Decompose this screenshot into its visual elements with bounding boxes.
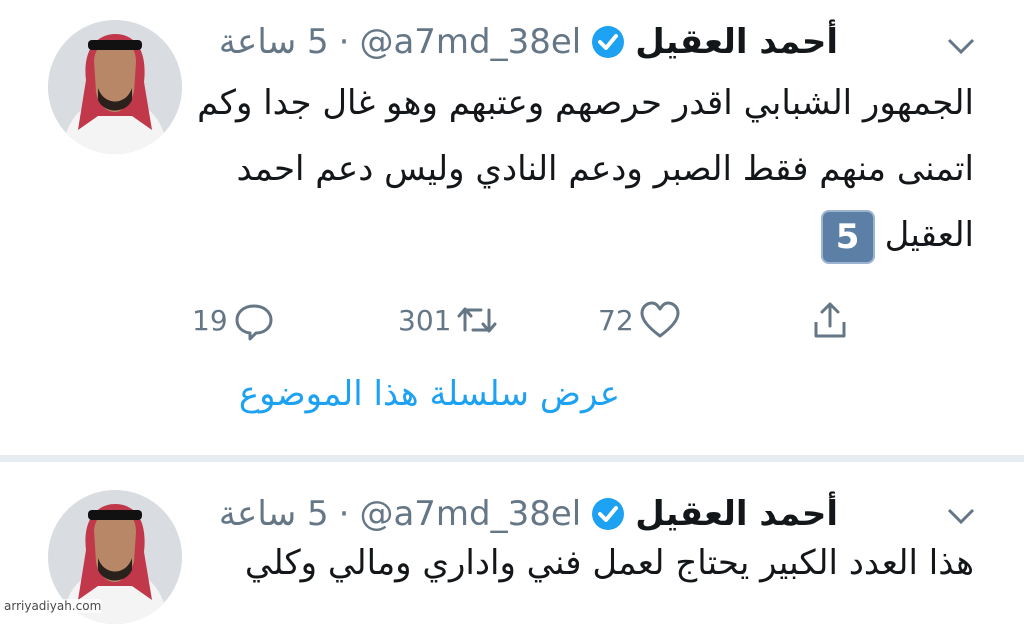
reply-count: 19 <box>192 303 228 337</box>
retweet-button[interactable]: 301 <box>398 292 499 348</box>
author-name[interactable]: أحمد العقيل <box>635 22 838 62</box>
tweet-header: أحمد العقيل @a7md_38el · 5 ساعة <box>219 20 838 64</box>
tweet[interactable]: أحمد العقيل @a7md_38el · 5 ساعة هذا العد… <box>0 462 1024 624</box>
tweet-text-line: هذا العدد الكبير يحتاج لعمل فني واداري و… <box>244 543 974 583</box>
avatar[interactable] <box>48 20 182 154</box>
like-button[interactable]: 72 <box>598 292 682 348</box>
timestamp[interactable]: 5 ساعة <box>219 22 329 62</box>
tweet-text-line: العقيل5 <box>194 202 974 268</box>
verified-badge-icon <box>592 26 625 58</box>
tweet[interactable]: أحمد العقيل @a7md_38el · 5 ساعة الجمهور … <box>0 0 1024 455</box>
tweet-actions: 19 301 72 <box>0 292 1024 348</box>
keycap-five-emoji: 5 <box>820 209 875 264</box>
show-thread-link[interactable]: عرض سلسلة هذا الموضوع <box>239 374 620 414</box>
share-button[interactable] <box>808 292 852 348</box>
chevron-down-icon[interactable] <box>946 36 976 56</box>
tweet-divider <box>0 455 1024 462</box>
author-name[interactable]: أحمد العقيل <box>635 494 838 534</box>
tweet-text: الجمهور الشبابي اقدر حرصهم وعتبهم وهو غا… <box>194 70 974 268</box>
tweet-text: هذا العدد الكبير يحتاج لعمل فني واداري و… <box>194 542 974 584</box>
separator-dot: · <box>338 22 350 62</box>
share-icon <box>814 302 846 338</box>
separator-dot: · <box>338 494 350 534</box>
author-handle[interactable]: @a7md_38el <box>359 22 581 62</box>
watermark: arriyadiyah.com <box>4 599 102 613</box>
reply-button[interactable]: 19 <box>192 292 276 348</box>
author-handle[interactable]: @a7md_38el <box>359 494 581 534</box>
verified-badge-icon <box>592 498 625 530</box>
retweet-icon <box>457 307 497 333</box>
chevron-down-icon[interactable] <box>946 506 976 526</box>
tweet-text-line: اتمنى منهم فقط الصبر ودعم النادي وليس دع… <box>236 149 975 189</box>
heart-icon <box>640 301 680 338</box>
tweet-text-word: العقيل <box>884 215 974 255</box>
reply-icon <box>235 304 273 341</box>
tweet-header: أحمد العقيل @a7md_38el · 5 ساعة <box>219 492 838 536</box>
like-count: 72 <box>598 303 634 337</box>
timestamp[interactable]: 5 ساعة <box>219 494 329 534</box>
tweet-text-line: الجمهور الشبابي اقدر حرصهم وعتبهم وهو غا… <box>197 83 974 123</box>
retweet-count: 301 <box>398 303 452 337</box>
